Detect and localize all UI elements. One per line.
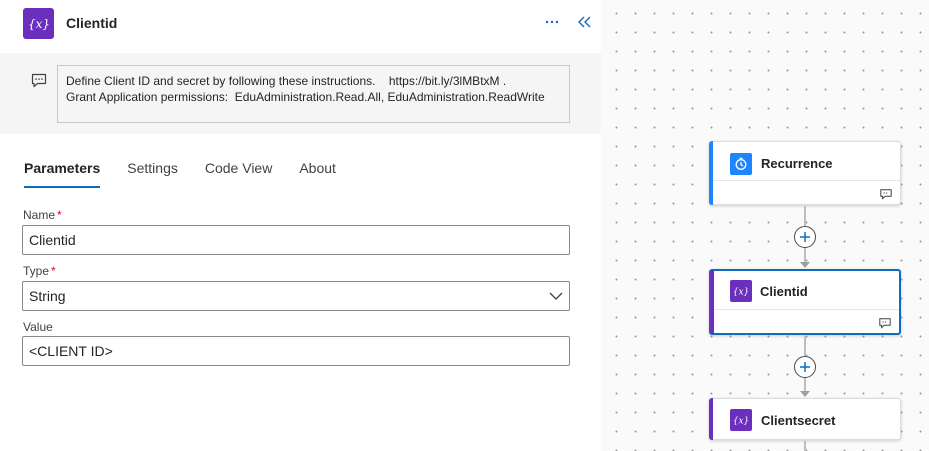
value-field-label: Value bbox=[23, 320, 53, 334]
tab-about[interactable]: About bbox=[299, 160, 336, 188]
svg-text:{x}: {x} bbox=[733, 417, 750, 427]
required-marker: * bbox=[57, 208, 62, 222]
type-label-text: Type bbox=[23, 264, 50, 278]
variable-icon: {x} bbox=[23, 8, 54, 39]
connector-line bbox=[804, 378, 806, 391]
type-field-label: Type * bbox=[23, 264, 56, 278]
connector-line bbox=[804, 336, 806, 356]
connector-line bbox=[804, 206, 806, 226]
plus-icon bbox=[800, 232, 810, 242]
card-header: Recurrence bbox=[710, 142, 900, 180]
name-input[interactable] bbox=[22, 225, 570, 255]
clientid-card[interactable]: {x} Clientid bbox=[709, 269, 901, 335]
tab-code-view[interactable]: Code View bbox=[205, 160, 272, 188]
panel-header: {x} Clientid bbox=[0, 0, 601, 48]
more-options-icon[interactable] bbox=[542, 12, 562, 32]
card-header: {x} Clientid bbox=[711, 271, 899, 309]
card-title: Clientid bbox=[760, 284, 808, 299]
plus-icon bbox=[800, 362, 810, 372]
add-step-button[interactable] bbox=[794, 226, 816, 248]
clientsecret-card[interactable]: {x} Clientsecret bbox=[709, 398, 901, 440]
card-header: {x} Clientsecret bbox=[710, 399, 900, 437]
card-footer bbox=[714, 309, 899, 333]
svg-text:{x}: {x} bbox=[28, 17, 50, 31]
card-title: Recurrence bbox=[761, 156, 833, 171]
value-input[interactable] bbox=[22, 336, 570, 366]
card-footer bbox=[713, 180, 900, 204]
name-field-label: Name * bbox=[23, 208, 62, 222]
comment-icon[interactable] bbox=[879, 316, 891, 329]
type-select-value: String bbox=[29, 288, 66, 304]
arrow-down-icon bbox=[800, 262, 810, 268]
variable-icon: {x} bbox=[730, 409, 752, 431]
panel-title: Clientid bbox=[66, 15, 118, 31]
variable-icon: {x} bbox=[730, 280, 752, 302]
required-marker: * bbox=[51, 264, 56, 278]
card-title: Clientsecret bbox=[761, 413, 836, 428]
note-text[interactable]: Define Client ID and secret by following… bbox=[57, 65, 570, 123]
connector-line bbox=[804, 441, 806, 451]
type-select[interactable]: String bbox=[22, 281, 570, 311]
note-section: Define Client ID and secret by following… bbox=[0, 53, 601, 134]
tab-parameters[interactable]: Parameters bbox=[24, 160, 101, 188]
recurrence-card[interactable]: Recurrence bbox=[709, 141, 901, 205]
connector-line bbox=[804, 248, 806, 262]
comment-icon[interactable] bbox=[880, 187, 892, 200]
arrow-down-icon bbox=[800, 391, 810, 397]
name-label-text: Name bbox=[23, 208, 56, 222]
details-panel: {x} Clientid Define Client ID and secret… bbox=[0, 0, 601, 451]
add-step-button[interactable] bbox=[794, 356, 816, 378]
clock-icon bbox=[730, 153, 752, 175]
collapse-panel-icon[interactable] bbox=[575, 12, 595, 32]
svg-text:{x}: {x} bbox=[733, 288, 750, 298]
tab-settings[interactable]: Settings bbox=[127, 160, 178, 188]
comment-icon[interactable] bbox=[30, 71, 48, 89]
panel-tabs: Parameters Settings Code View About bbox=[24, 160, 363, 188]
flow-canvas[interactable] bbox=[601, 0, 929, 451]
chevron-down-icon bbox=[549, 287, 563, 305]
